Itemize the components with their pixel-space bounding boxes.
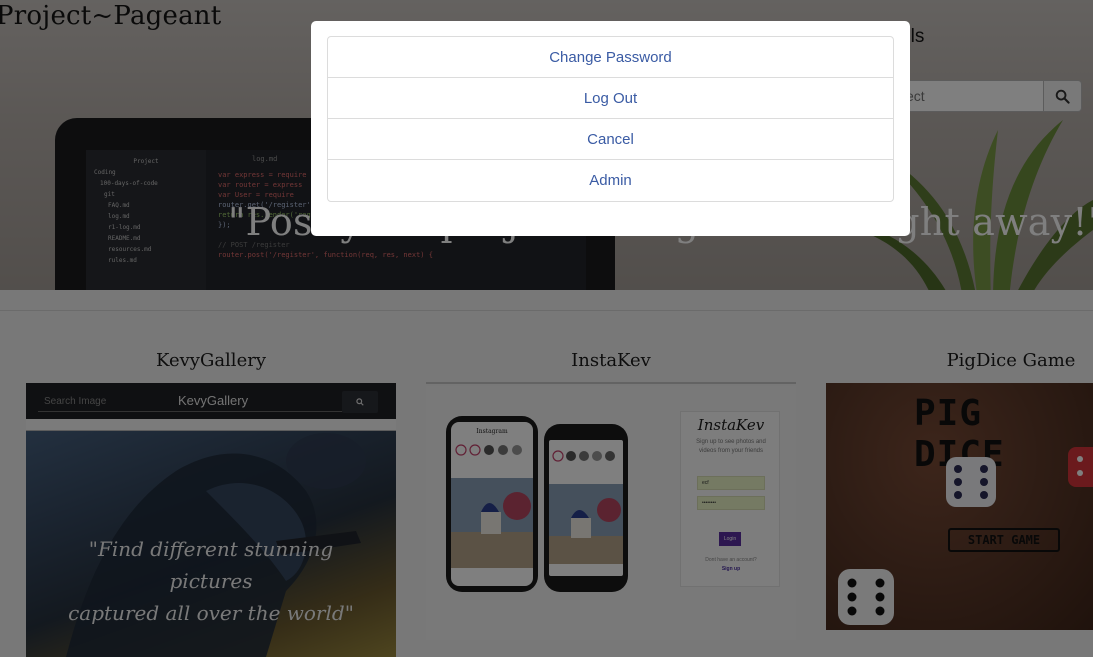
account-menu-list: Change Password Log Out Cancel Admin bbox=[327, 36, 894, 202]
account-menu-modal: Change Password Log Out Cancel Admin bbox=[311, 21, 910, 236]
change-password-button[interactable]: Change Password bbox=[328, 37, 893, 78]
cancel-button[interactable]: Cancel bbox=[328, 119, 893, 160]
admin-button[interactable]: Admin bbox=[328, 160, 893, 201]
log-out-button[interactable]: Log Out bbox=[328, 78, 893, 119]
